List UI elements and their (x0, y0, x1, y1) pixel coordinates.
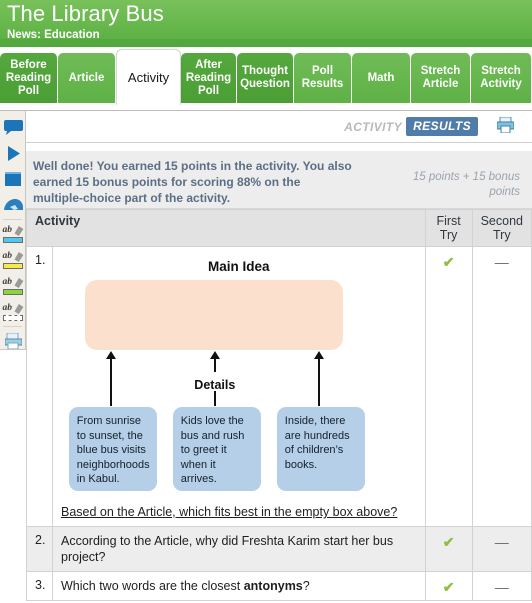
column-header-first-try: First Try (424, 209, 473, 247)
highlighter-cyan-icon[interactable]: ab (0, 221, 26, 247)
score-points-note: 15 points + 15 bonus points (412, 171, 520, 198)
tab-after-reading-poll[interactable]: After Reading Poll (181, 53, 237, 103)
row-number: 2. (26, 526, 53, 572)
row-number: 1. (26, 246, 53, 527)
tab-stretch-activity[interactable]: Stretch Activity (471, 53, 532, 103)
row-question-cell[interactable]: According to the Article, why did Fresht… (52, 526, 426, 572)
question-text-prefix: Which two words are the closest (61, 579, 244, 593)
row-first-try: ✔ (424, 246, 473, 527)
check-icon: ✔ (442, 534, 455, 550)
row-question-cell[interactable]: Which two words are the closest antonyms… (52, 571, 426, 601)
table-row[interactable]: 1. Main Idea Details From sunrise to sun… (26, 246, 532, 527)
detail-box-2: Kids love the bus and rush to greet it w… (172, 407, 261, 491)
dash-icon: — (494, 254, 509, 270)
question-text-suffix: ? (302, 579, 310, 593)
row-first-try: ✔ (424, 571, 473, 601)
highlighter-clear-icon[interactable]: ab (0, 299, 26, 325)
column-header-second-try: Second Try (471, 209, 532, 247)
stop-icon[interactable] (0, 166, 26, 192)
activity-content: ACTIVITY RESULTS Well done! You earned 1… (26, 111, 532, 603)
play-icon[interactable] (0, 140, 26, 166)
row-number: 3. (26, 571, 53, 601)
score-banner: Well done! You earned 15 points in the a… (26, 151, 532, 209)
score-message: Well done! You earned 15 points in the a… (33, 159, 352, 205)
detail-box-1: From sunrise to sunset, the blue bus vis… (68, 407, 157, 491)
page-title: The Library Bus (7, 1, 164, 26)
row-second-try: — (471, 571, 532, 601)
tab-bar: Before Reading Poll Article Activity Aft… (0, 47, 532, 111)
arrow-detail-2-stem (213, 391, 216, 406)
row-second-try: — (471, 526, 532, 572)
table-body: 1. Main Idea Details From sunrise to sun… (26, 246, 532, 601)
header-accent-band (0, 39, 532, 47)
table-head: Activity First Try Second Try (26, 209, 532, 247)
arrow-details-label (209, 351, 220, 372)
main-idea-empty-box[interactable] (84, 280, 343, 350)
print-icon[interactable] (496, 116, 515, 138)
tab-activity[interactable]: Activity (116, 49, 181, 105)
print-page-icon[interactable] (0, 328, 26, 354)
mode-results-toggle[interactable]: RESULTS (406, 117, 478, 136)
activity-results-table: Activity First Try Second Try 1. Main Id… (26, 209, 532, 601)
arrow-detail-1 (105, 351, 116, 406)
table-header-row: Activity First Try Second Try (26, 209, 532, 247)
tab-thought-question[interactable]: Thought Question (237, 53, 294, 103)
comment-icon[interactable] (0, 114, 26, 140)
main-idea-diagram: Main Idea Details From sunrise to sunset… (68, 255, 409, 500)
column-header-activity: Activity (26, 209, 426, 247)
tab-math[interactable]: Math (352, 53, 411, 103)
detail-box-3: Inside, there are hundreds of children’s… (276, 407, 365, 491)
check-icon: ✔ (442, 254, 455, 270)
question-text-bold: antonyms (243, 579, 303, 593)
main-idea-label: Main Idea (208, 259, 270, 274)
body-area: ab ab ab ab ACTIVITY RESULTS Well done! … (0, 111, 532, 603)
row-question-link[interactable]: Based on the Article, which fits best in… (61, 504, 417, 520)
row-second-try: — (471, 246, 532, 527)
table-row[interactable]: 2. According to the Article, why did Fre… (26, 526, 532, 572)
mode-strip: ACTIVITY RESULTS (26, 111, 532, 143)
tab-stretch-article[interactable]: Stretch Article (411, 53, 471, 103)
highlighter-green-icon[interactable]: ab (0, 273, 26, 299)
row-question-cell: Main Idea Details From sunrise to sunset… (52, 246, 426, 527)
toolbar-divider-2 (3, 326, 22, 327)
eraser-icon[interactable] (0, 192, 26, 218)
arrow-detail-3 (313, 351, 324, 406)
table-row[interactable]: 3. Which two words are the closest anton… (26, 571, 532, 601)
annotation-toolbar: ab ab ab ab (0, 111, 26, 350)
dash-icon: — (494, 534, 509, 550)
mode-activity-toggle[interactable]: ACTIVITY (344, 120, 402, 134)
highlighter-yellow-icon[interactable]: ab (0, 247, 26, 273)
row-first-try: ✔ (424, 526, 473, 572)
dash-icon: — (494, 579, 509, 595)
check-icon: ✔ (442, 579, 455, 595)
toolbar-divider (3, 219, 22, 220)
tab-article[interactable]: Article (58, 53, 116, 103)
page-header: The Library Bus News: Education (0, 0, 532, 47)
tab-poll-results[interactable]: Poll Results (294, 53, 352, 103)
tab-before-reading-poll[interactable]: Before Reading Poll (0, 53, 58, 103)
